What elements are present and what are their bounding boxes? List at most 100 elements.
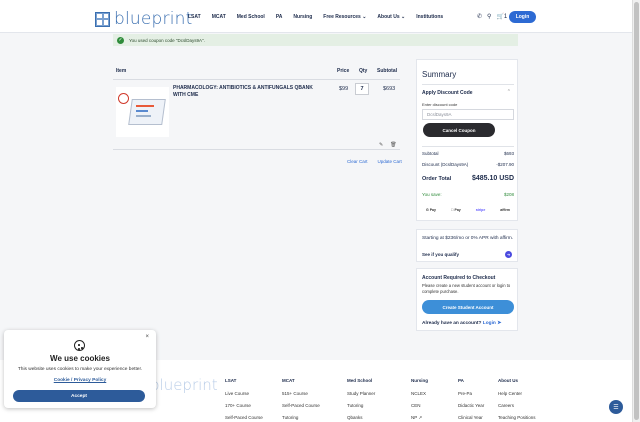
affirm-qualify-link[interactable]: See if you qualify [422,252,459,257]
check-icon: ✓ [117,36,124,44]
footer-link[interactable]: Help Center [498,391,536,396]
discount-code-input[interactable]: DcslDays9A [422,109,514,120]
cart-item-row: PHARMACOLOGY: ANTIBIOTICS & ANTIFUNGALS … [113,80,400,150]
footer-link[interactable]: Tutoring [282,415,320,420]
discount-label: Discount (DcslDays9A) [422,162,469,167]
chevron-up-icon[interactable]: ⌃ [507,89,511,95]
discount-value: -$207.90 [496,162,514,167]
edit-icon[interactable]: ✎ [379,142,383,148]
footer-col-pa: PA Pre-Pa Didactic Year Clinical Year [458,378,484,422]
scrollbar-thumb[interactable] [634,2,639,420]
you-save-value: $208 [503,192,514,197]
footer-heading: About Us [498,378,518,383]
nav-pa[interactable]: PA [276,14,283,20]
column-qty: Qty [359,68,368,74]
nav-lsat[interactable]: LSAT [188,14,201,20]
footer-heading: MCAT [282,378,295,383]
footer-link[interactable]: Qbanks [347,415,375,420]
footer-link[interactable]: CEN [411,403,428,408]
order-summary: Summary Apply Discount Code ⌃ Enter disc… [416,59,518,221]
subtotal-value: $693 [503,151,514,156]
footer-heading: Nursing [411,378,429,383]
nav-mcat[interactable]: MCAT [212,14,226,20]
divider [422,84,514,85]
already-text: Already have an account? [422,321,482,326]
apply-discount-toggle[interactable]: Apply Discount Code [422,90,473,96]
order-total-row: Order Total $485.10 USD [422,175,514,182]
footer-link[interactable]: Self-Paced Course [225,415,263,420]
footer-link[interactable]: NCLEX [411,391,428,396]
nav-institutions[interactable]: Institutions [416,14,443,20]
cart-table-header: Item Price Qty Subtotal [113,66,400,80]
nav-free-resources[interactable]: Free Resources ⌄ [323,14,366,20]
footer-link[interactable]: Study Planner [347,391,375,396]
footer-link[interactable]: NP ↗ [411,415,428,421]
summary-title: Summary [422,70,457,79]
affirm-icon: affirm [500,208,510,212]
search-icon[interactable]: ⚲ [487,13,491,20]
cookie-policy-link[interactable]: Cookie / Privacy Policy [4,378,156,383]
cart-actions: Clear Cart Update Cart [347,159,402,164]
footer-col-about-us: About Us Help Center Careers Teaching Po… [498,378,536,422]
product-thumbnail[interactable] [116,87,169,137]
cart-count: 1 [503,14,508,20]
footer-link[interactable]: Self-Paced Course [282,403,320,408]
cookie-banner: × We use cookies This website uses cooki… [4,330,156,408]
cancel-coupon-button[interactable]: Cancel Coupon [423,123,495,137]
cookie-body: This website uses cookies to make your e… [17,367,143,372]
column-price: Price [337,68,350,74]
order-total-value: $485.10 USD [471,175,514,182]
affirm-box: Starting at $236/mo or 0% APR with affir… [416,229,518,262]
nav-nursing[interactable]: Nursing [293,14,312,20]
accept-cookies-button[interactable]: Accept [13,390,145,402]
product-name[interactable]: PHARMACOLOGY: ANTIBIOTICS & ANTIFUNGALS … [173,85,323,99]
cart-icon[interactable]: 🛒1 [496,13,507,20]
checkout-heading: Account Required to Checkout [422,275,496,281]
clear-cart-link[interactable]: Clear Cart [347,159,368,164]
update-cart-link[interactable]: Update Cart [378,159,402,164]
cme-badge-icon [118,93,129,104]
footer-link[interactable]: Didactic Year [458,403,484,408]
footer-logo[interactable]: blueprint [150,376,218,394]
chat-icon[interactable]: ☰ [609,400,623,414]
row-actions: ✎ 🗑 [379,142,397,148]
footer-link[interactable]: Pre-Pa [458,391,484,396]
footer-link[interactable]: 170+ Course [225,403,263,408]
create-account-button[interactable]: Create Student Account [422,300,514,314]
logo-text: blueprint [114,9,193,29]
phone-icon[interactable]: ✆ [477,13,482,20]
login-button[interactable]: Login [509,11,536,23]
login-arrow-icon[interactable]: ➤ [497,321,501,326]
quantity-input[interactable]: 7 [355,83,369,95]
footer-link[interactable]: Live Course [225,391,263,396]
footer-heading: LSAT [225,378,237,383]
footer-link[interactable]: Careers [498,403,536,408]
trash-icon[interactable]: 🗑 [390,142,396,148]
stripe-icon: stripe [474,208,486,212]
nav-med-school[interactable]: Med School [237,14,265,20]
close-icon[interactable]: × [145,334,149,340]
blueprint-logo[interactable]: blueprint [95,9,193,29]
page-scrollbar[interactable] [632,0,640,422]
checkout-body: Please create a new student account or l… [422,283,511,294]
nav-about-us[interactable]: About Us ⌄ [377,14,405,20]
affirm-text: Starting at $236/mo or 0% APR with affir… [422,236,514,241]
apple-pay-icon:  Pay [451,208,461,212]
you-save-row: You save: $208 [422,192,514,197]
footer-link[interactable]: Tutoring [347,403,375,408]
footer-link[interactable]: 515+ Course [282,391,320,396]
login-link[interactable]: Login [483,321,496,326]
footer-col-nursing: Nursing NCLEX CEN NP ↗ [411,378,428,422]
checkout-box: Account Required to Checkout Please crea… [416,268,518,331]
subtotal-row: Subtotal $693 [422,151,514,156]
arrow-right-icon[interactable]: ➜ [505,251,512,258]
you-save-label: You save: [422,192,442,197]
item-price: $99 [339,86,349,92]
main-nav: LSAT MCAT Med School PA Nursing Free Res… [188,14,443,20]
discount-row: Discount (DcslDays9A) -$207.90 [422,162,514,167]
column-item: Item [116,68,127,74]
tablet-image [128,99,166,125]
footer-link[interactable]: Teaching Positions [498,415,536,420]
site-header: blueprint LSAT MCAT Med School PA Nursin… [0,0,632,33]
footer-link[interactable]: Clinical Year [458,415,484,420]
